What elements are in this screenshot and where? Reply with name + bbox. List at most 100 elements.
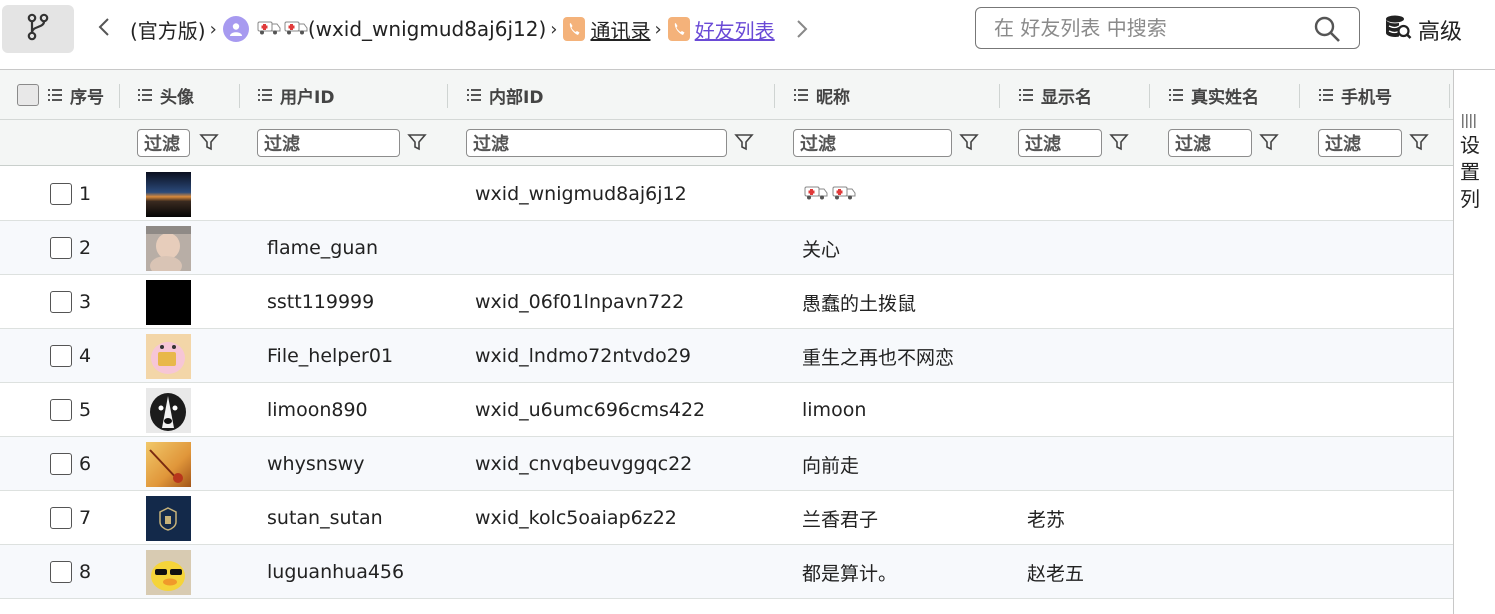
cell-seq: 3 xyxy=(79,291,92,313)
row-checkbox[interactable] xyxy=(50,453,72,475)
column-menu-icon[interactable] xyxy=(467,89,481,101)
cell-user-id: sstt119999 xyxy=(267,291,375,313)
database-search-icon xyxy=(1384,13,1412,47)
filter-input[interactable]: 过滤 xyxy=(1018,129,1102,157)
table-row[interactable]: 3 sstt119999 wxid_06f01lnpavn722 愚蠢的土拨鼠 xyxy=(0,275,1453,329)
column-divider[interactable] xyxy=(1149,84,1150,108)
column-menu-icon[interactable] xyxy=(138,89,152,101)
filter-avatar: 过滤 xyxy=(137,128,219,158)
filter-input[interactable]: 过滤 xyxy=(1168,129,1252,157)
forward-button[interactable] xyxy=(795,19,809,39)
column-menu-icon[interactable] xyxy=(1319,89,1333,101)
column-header-label: 头像 xyxy=(160,87,194,108)
avatar-image xyxy=(146,388,191,433)
breadcrumb-friends[interactable]: 好友列表 xyxy=(695,15,775,44)
filter-icon[interactable] xyxy=(407,132,427,156)
filter-icon[interactable] xyxy=(1259,132,1279,156)
cell-nickname: limoon xyxy=(802,399,867,421)
column-header-user-id[interactable]: 用户ID xyxy=(258,70,334,120)
filter-icon[interactable] xyxy=(734,132,754,156)
column-header-internal-id[interactable]: 内部ID xyxy=(467,70,543,120)
cell-user-id: sutan_sutan xyxy=(267,507,383,529)
cell-nickname: 重生之再也不网恋 xyxy=(802,346,955,369)
column-menu-icon[interactable] xyxy=(48,89,62,101)
column-menu-icon[interactable] xyxy=(1019,89,1033,101)
back-button[interactable] xyxy=(94,14,114,44)
column-menu-icon[interactable] xyxy=(1169,89,1183,101)
filter-icon[interactable] xyxy=(959,132,979,156)
phone-book-icon xyxy=(563,17,586,41)
breadcrumb-root[interactable]: (官方版) xyxy=(130,15,206,44)
filter-input[interactable]: 过滤 xyxy=(137,129,190,157)
chevron-left-icon xyxy=(97,17,111,41)
column-header-display-name[interactable]: 显示名 xyxy=(1019,70,1092,120)
column-divider[interactable] xyxy=(999,84,1000,108)
cell-user-id: flame_guan xyxy=(267,237,379,259)
column-header-nickname[interactable]: 昵称 xyxy=(794,70,850,120)
column-divider[interactable] xyxy=(1449,84,1450,108)
breadcrumb-account[interactable]: (wxid_wnigmud8aj6j12) xyxy=(308,17,546,41)
table-row[interactable]: 6 whysnswy wxid_cnvqbeuvggqc22 向前走 xyxy=(0,437,1453,491)
column-divider[interactable] xyxy=(239,84,240,108)
filter-input[interactable]: 过滤 xyxy=(793,129,952,157)
search-icon[interactable] xyxy=(1313,15,1341,47)
filter-input[interactable]: 过滤 xyxy=(1318,129,1402,157)
column-menu-icon[interactable] xyxy=(258,89,272,101)
breadcrumb-contacts[interactable]: 通讯录 xyxy=(590,15,650,44)
column-divider[interactable] xyxy=(774,84,775,108)
drag-handle-icon[interactable] xyxy=(1461,113,1477,132)
column-header-phone[interactable]: 手机号 xyxy=(1319,70,1392,120)
table-header: 序号 头像 用户ID 内部ID 昵称 显示名 真实姓名 手机号 xyxy=(0,70,1453,120)
table-row[interactable]: 7 sutan_sutan wxid_kolc5oaiap6z22 兰香君子 老… xyxy=(0,491,1453,545)
filter-input[interactable]: 过滤 xyxy=(257,129,400,157)
git-branch-icon xyxy=(25,12,51,46)
row-checkbox[interactable] xyxy=(50,291,72,313)
column-header-real-name[interactable]: 真实姓名 xyxy=(1169,70,1259,120)
filter-user-id: 过滤 xyxy=(257,128,427,158)
search-input[interactable] xyxy=(992,15,1292,41)
branch-button[interactable] xyxy=(2,5,74,53)
row-checkbox[interactable] xyxy=(50,183,72,205)
cell-internal-id: wxid_u6umc696cms422 xyxy=(475,399,706,421)
filter-icon[interactable] xyxy=(199,132,219,156)
column-settings-label: 设置列 xyxy=(1460,133,1480,211)
cell-internal-id: wxid_cnvqbeuvggqc22 xyxy=(475,453,693,475)
cell-user-id: File_helper01 xyxy=(267,345,394,367)
row-checkbox[interactable] xyxy=(50,561,72,583)
avatar-image xyxy=(146,280,191,325)
column-header-label: 内部ID xyxy=(489,87,544,108)
select-all-checkbox[interactable] xyxy=(17,84,39,106)
advanced-label: 高级 xyxy=(1418,20,1463,45)
column-menu-icon[interactable] xyxy=(794,89,808,101)
table-row[interactable]: 5 limoon890 wxid_u6umc696cms422 limoon xyxy=(0,383,1453,437)
filter-nickname: 过滤 xyxy=(793,128,979,158)
row-checkbox[interactable] xyxy=(50,345,72,367)
cell-internal-id: wxid_kolc5oaiap6z22 xyxy=(475,507,677,529)
table-row[interactable]: 2 flame_guan 关心 xyxy=(0,221,1453,275)
column-header-avatar[interactable]: 头像 xyxy=(138,70,194,120)
cell-nickname: 兰香君子 xyxy=(802,508,879,531)
column-header-seq[interactable]: 序号 xyxy=(48,70,104,120)
table-row[interactable]: 4 File_helper01 wxid_lndmo72ntvdo29 重生之再… xyxy=(0,329,1453,383)
row-checkbox[interactable] xyxy=(50,237,72,259)
avatar-image xyxy=(146,334,191,379)
column-header-label: 序号 xyxy=(70,87,104,108)
column-divider[interactable] xyxy=(119,84,120,108)
filter-row: 过滤 过滤 过滤 过滤 过滤 过滤 过滤 xyxy=(0,120,1453,166)
breadcrumb: (官方版) › (wxid_wnigmud8aj6j12) › 通讯录 › 好友… xyxy=(130,12,809,46)
column-divider[interactable] xyxy=(447,84,448,108)
cell-seq: 8 xyxy=(79,561,92,583)
filter-input[interactable]: 过滤 xyxy=(466,129,727,157)
friends-table: 序号 头像 用户ID 内部ID 昵称 显示名 真实姓名 手机号 过滤 过滤 过滤… xyxy=(0,69,1453,614)
cell-nickname: 愚蠢的土拨鼠 xyxy=(802,292,917,315)
filter-icon[interactable] xyxy=(1409,132,1429,156)
column-divider[interactable] xyxy=(1299,84,1300,108)
table-row[interactable]: 1 wxid_wnigmud8aj6j12 xyxy=(0,167,1453,221)
filter-icon[interactable] xyxy=(1109,132,1129,156)
row-checkbox[interactable] xyxy=(50,399,72,421)
row-checkbox[interactable] xyxy=(50,507,72,529)
table-row[interactable]: 8 luguanhua456 都是算计。 赵老五 xyxy=(0,545,1453,599)
column-header-label: 手机号 xyxy=(1341,87,1392,108)
advanced-button[interactable]: 高级 xyxy=(1384,12,1462,48)
column-settings-panel[interactable]: 设置列 xyxy=(1453,69,1495,614)
